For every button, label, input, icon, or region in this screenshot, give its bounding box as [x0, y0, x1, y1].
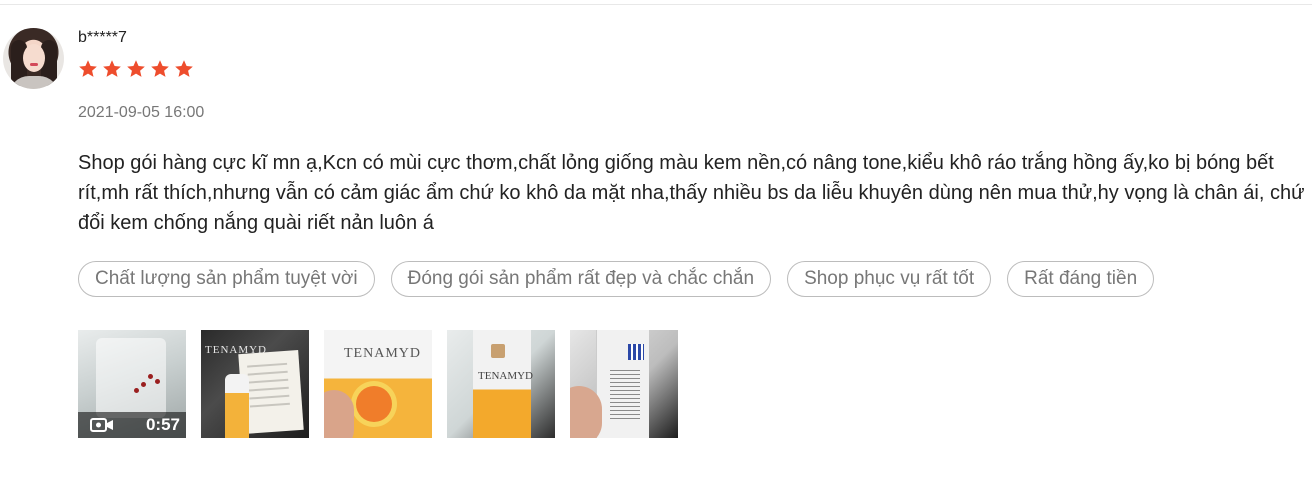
- video-camera-icon: [90, 418, 113, 432]
- tag-quality[interactable]: Chất lượng sản phẩm tuyệt vời: [78, 261, 375, 297]
- rating-stars: [78, 59, 194, 81]
- photo-thumbnail[interactable]: TENAMYD: [324, 330, 432, 438]
- review-tags: Chất lượng sản phẩm tuyệt vời Đóng gói s…: [78, 261, 1155, 297]
- product-brand-mark: TENAMYD: [478, 370, 533, 382]
- tag-packaging[interactable]: Đóng gói sản phẩm rất đẹp và chắc chắn: [390, 261, 772, 297]
- photo-thumbnail[interactable]: TENAMYD: [447, 330, 555, 438]
- avatar[interactable]: [3, 28, 64, 89]
- tag-value[interactable]: Rất đáng tiền: [1007, 261, 1155, 297]
- star-icon: [151, 60, 169, 77]
- top-divider: [0, 4, 1312, 5]
- star-icon: [103, 60, 121, 77]
- tag-service[interactable]: Shop phục vụ rất tốt: [787, 261, 992, 297]
- review-media: 0:57 TENAMYD TENAMYD TENAMYD: [78, 330, 678, 438]
- video-info-bar: 0:57: [78, 412, 186, 438]
- star-icon: [79, 60, 97, 77]
- product-brand-mark: TENAMYD: [344, 346, 421, 361]
- photo-thumbnail[interactable]: TENAMYD: [201, 330, 309, 438]
- photo-thumbnail[interactable]: [570, 330, 678, 438]
- star-icon: [175, 60, 193, 77]
- review-comment: Shop gói hàng cực kĩ mn ạ,Kcn có mùi cực…: [78, 152, 1305, 234]
- review-timestamp: 2021-09-05 16:00: [78, 104, 205, 121]
- video-duration: 0:57: [145, 415, 180, 434]
- reviewer-username: b*****7: [78, 29, 127, 46]
- star-icon: [127, 60, 145, 77]
- video-thumbnail[interactable]: 0:57: [78, 330, 186, 438]
